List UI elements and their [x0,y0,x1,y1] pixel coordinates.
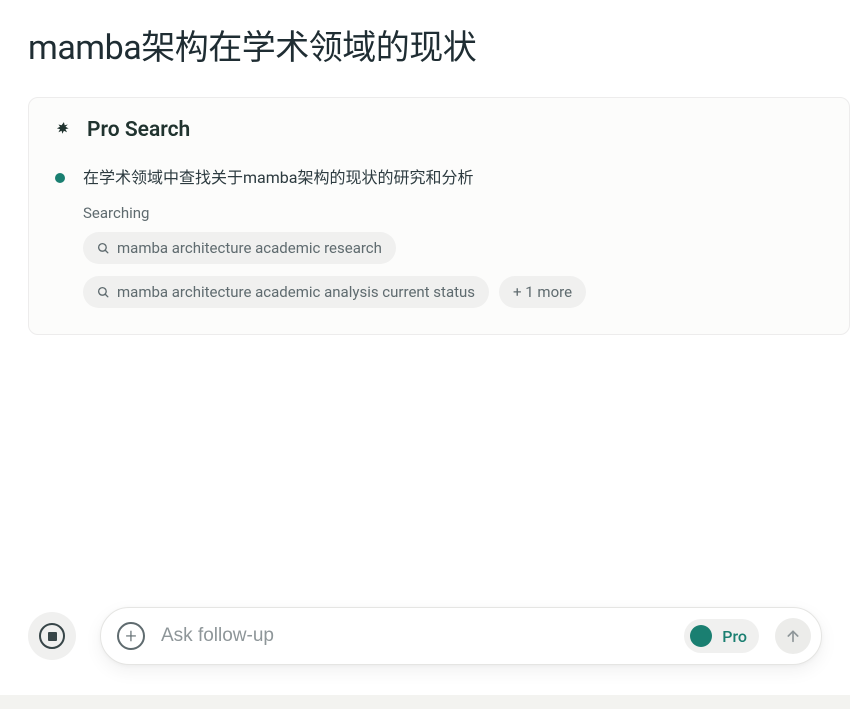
follow-up-input[interactable] [161,625,668,647]
arrow-up-icon [785,628,801,644]
plus-icon: + [125,626,136,646]
searching-block: Searching mamba architecture academic re… [83,204,825,308]
pro-search-label: Pro Search [87,118,190,142]
add-attachment-button[interactable]: + [117,622,145,650]
search-chip-row: mamba architecture academic research [83,232,825,264]
follow-up-input-bar: + Pro [100,607,822,665]
searching-label: Searching [83,204,825,222]
bottom-bar: + Pro [0,607,850,665]
pro-search-card: Pro Search 在学术领域中查找关于mamba架构的现状的研究和分析 Se… [28,97,850,335]
step-bullet-icon [55,173,65,183]
bottom-edge-strip [0,695,850,709]
pro-search-header: Pro Search [53,118,825,142]
pro-toggle-label: Pro [722,627,747,646]
pro-search-sparkle-icon [53,119,75,141]
page-title: mamba架构在学术领域的现状 [0,0,850,97]
toggle-on-icon [690,625,712,647]
search-step: 在学术领域中查找关于mamba架构的现状的研究和分析 [53,166,825,190]
stop-button[interactable] [28,612,76,660]
search-icon [97,242,110,255]
pro-toggle[interactable]: Pro [684,619,759,653]
search-chip[interactable]: mamba architecture academic analysis cur… [83,276,489,308]
search-chip-text: mamba architecture academic analysis cur… [117,283,475,301]
submit-button[interactable] [775,618,811,654]
search-icon [97,286,110,299]
more-chip[interactable]: + 1 more [499,276,586,308]
search-chip-row: mamba architecture academic analysis cur… [83,276,825,308]
step-text: 在学术领域中查找关于mamba架构的现状的研究和分析 [83,166,473,190]
search-chip-text: mamba architecture academic research [117,239,382,257]
stop-icon [39,623,65,649]
search-chip[interactable]: mamba architecture academic research [83,232,396,264]
